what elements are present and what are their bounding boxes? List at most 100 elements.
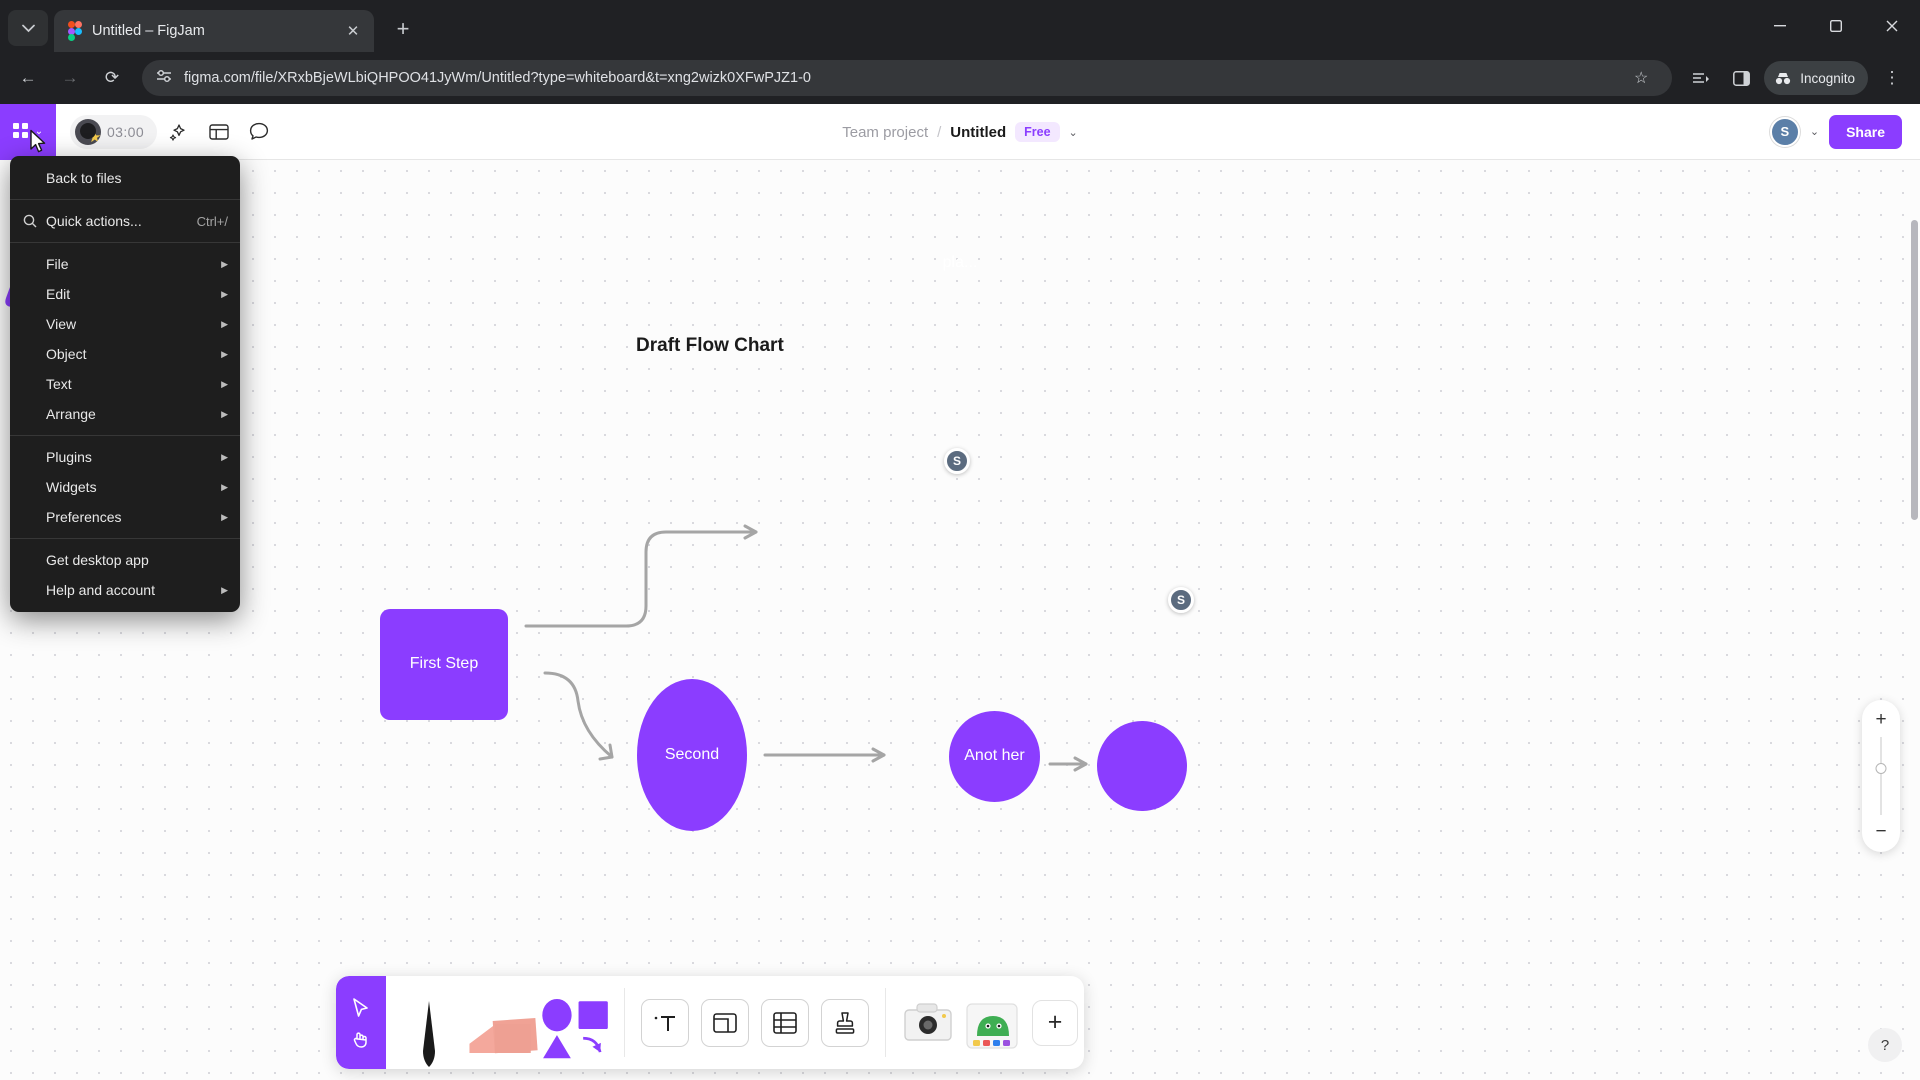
comment-icon[interactable] [241, 114, 277, 150]
zoom-slider-handle[interactable] [1875, 763, 1887, 774]
menu-item-view[interactable]: View ▶ [10, 309, 240, 339]
sticker-camera[interactable] [899, 988, 957, 1058]
add-sticker-button[interactable]: + [1032, 999, 1078, 1046]
breadcrumb-team[interactable]: Team project [842, 124, 928, 141]
tab-search-button[interactable] [8, 10, 48, 46]
menu-item-quick-actions[interactable]: Quick actions... Ctrl+/ [10, 206, 240, 236]
text-tool[interactable] [641, 998, 689, 1047]
divider [624, 988, 625, 1057]
figjam-canvas[interactable]: Draft Flow Chart First Step pla... Secon… [0, 160, 1920, 1080]
browser-menu-icon[interactable]: ⋮ [1874, 60, 1910, 96]
chevron-right-icon: ▶ [221, 378, 228, 389]
menu-item-preferences[interactable]: Preferences ▶ [10, 502, 240, 532]
zoom-slider[interactable] [1875, 737, 1887, 815]
chevron-right-icon: ▶ [221, 584, 228, 595]
chevron-right-icon: ▶ [221, 258, 228, 269]
new-tab-button[interactable]: + [386, 12, 420, 46]
avatar: ★ [75, 118, 101, 145]
reading-list-icon[interactable] [1684, 61, 1718, 95]
chevron-down-icon: ⌄ [34, 126, 44, 137]
menu-item-shortcut: Ctrl+/ [196, 213, 228, 229]
menu-item-label: Get desktop app [46, 552, 149, 568]
empty-circle[interactable] [1097, 721, 1187, 811]
page-title[interactable]: Untitled [950, 124, 1006, 141]
menu-item-widgets[interactable]: Widgets ▶ [10, 472, 240, 502]
chevron-right-icon: ▶ [221, 348, 228, 359]
chevron-right-icon: ▶ [221, 451, 228, 462]
avatar[interactable]: S [1769, 116, 1800, 147]
timer-widget[interactable]: ★ 03:00 [70, 114, 158, 149]
bottom-toolbar: + [336, 976, 1084, 1069]
back-icon[interactable]: ← [10, 60, 46, 96]
menu-item-label: Arrange [46, 406, 96, 422]
pen-tool[interactable] [392, 976, 466, 1069]
section-tool[interactable] [701, 998, 749, 1047]
menu-separator [10, 538, 240, 539]
menu-item-label: File [46, 256, 69, 272]
figjam-menu-icon [12, 122, 31, 141]
menu-item-help-and-account[interactable]: Help and account ▶ [10, 575, 240, 605]
menu-item-get-desktop-app[interactable]: Get desktop app [10, 545, 240, 575]
menu-item-arrange[interactable]: Arrange ▶ [10, 399, 240, 429]
menu-item-object[interactable]: Object ▶ [10, 339, 240, 369]
window-close-icon[interactable] [1864, 6, 1920, 46]
reload-icon[interactable]: ⟳ [94, 60, 130, 96]
share-button[interactable]: Share [1829, 114, 1902, 149]
another-circle[interactable]: Anot her [949, 711, 1040, 802]
close-icon[interactable]: ✕ [342, 20, 364, 42]
shapes-tool[interactable] [540, 976, 614, 1069]
menu-item-label: Quick actions... [46, 213, 142, 229]
collaborator-cursor: S [1168, 587, 1194, 613]
tab-title: Untitled – FigJam [92, 23, 205, 39]
insert-tools-section [629, 976, 881, 1069]
chevron-down-icon[interactable]: ⌄ [1810, 125, 1819, 138]
table-tool[interactable] [761, 998, 809, 1047]
breadcrumb: Team project / Untitled Free ⌄ [0, 104, 1920, 160]
menu-item-plugins[interactable]: Plugins ▶ [10, 442, 240, 472]
help-button[interactable]: ? [1868, 1028, 1902, 1062]
browser-tab[interactable]: Untitled – FigJam ✕ [54, 10, 374, 52]
menu-item-file[interactable]: File ▶ [10, 249, 240, 279]
menu-item-back-to-files[interactable]: Back to files [10, 163, 240, 193]
menu-item-label: Object [46, 346, 87, 362]
vertical-scrollbar[interactable] [1911, 220, 1918, 520]
menu-item-text[interactable]: Text ▶ [10, 369, 240, 399]
bookmark-star-icon[interactable]: ☆ [1624, 61, 1658, 95]
maximize-icon[interactable] [1808, 6, 1864, 46]
url-input[interactable]: figma.com/file/XRxbBjeWLbiQHPOO41JyWm/Un… [142, 60, 1673, 96]
menu-item-label: Help and account [46, 582, 155, 598]
board-title[interactable]: Draft Flow Chart [636, 335, 784, 357]
star-icon: ★ [88, 128, 101, 145]
present-icon[interactable] [201, 114, 237, 150]
menu-item-label: Edit [46, 286, 71, 302]
divider [885, 988, 886, 1057]
site-settings-icon[interactable] [156, 69, 172, 88]
sticker-dinosaur[interactable] [963, 988, 1021, 1058]
first-step-rect[interactable]: First Step [380, 609, 508, 720]
sticky-note-tool[interactable] [466, 976, 540, 1069]
second-ellipse[interactable]: Second [637, 679, 747, 831]
drawing-tools-section [386, 976, 620, 1069]
side-panel-icon[interactable] [1724, 61, 1758, 95]
top-tool-group: ★ 03:00 [70, 114, 277, 150]
incognito-indicator[interactable]: Incognito [1764, 61, 1868, 95]
chevron-right-icon: ▶ [221, 511, 228, 522]
main-menu-dropdown: Back to files Quick actions... Ctrl+/ File ▶… [10, 156, 240, 612]
zoom-out-button[interactable]: − [1868, 819, 1894, 845]
minimize-icon[interactable] [1752, 6, 1808, 46]
menu-item-edit[interactable]: Edit ▶ [10, 279, 240, 309]
main-menu-button[interactable]: ⌄ [0, 103, 56, 160]
chevron-right-icon: ▶ [221, 408, 228, 419]
hand-tool [353, 1031, 367, 1048]
forward-icon[interactable]: → [52, 60, 88, 96]
triangle-label: pla... [942, 254, 978, 271]
cursor-tool[interactable] [336, 976, 386, 1069]
zoom-in-button[interactable]: + [1868, 707, 1894, 733]
stamp-tool[interactable] [821, 998, 869, 1047]
chevron-right-icon: ▶ [221, 288, 228, 299]
menu-separator [10, 199, 240, 200]
chevron-down-icon[interactable]: ⌄ [1069, 126, 1078, 139]
ai-sparkle-icon[interactable] [161, 114, 197, 150]
menu-item-label: Preferences [46, 509, 122, 525]
status-badge[interactable]: Free [1015, 122, 1060, 142]
